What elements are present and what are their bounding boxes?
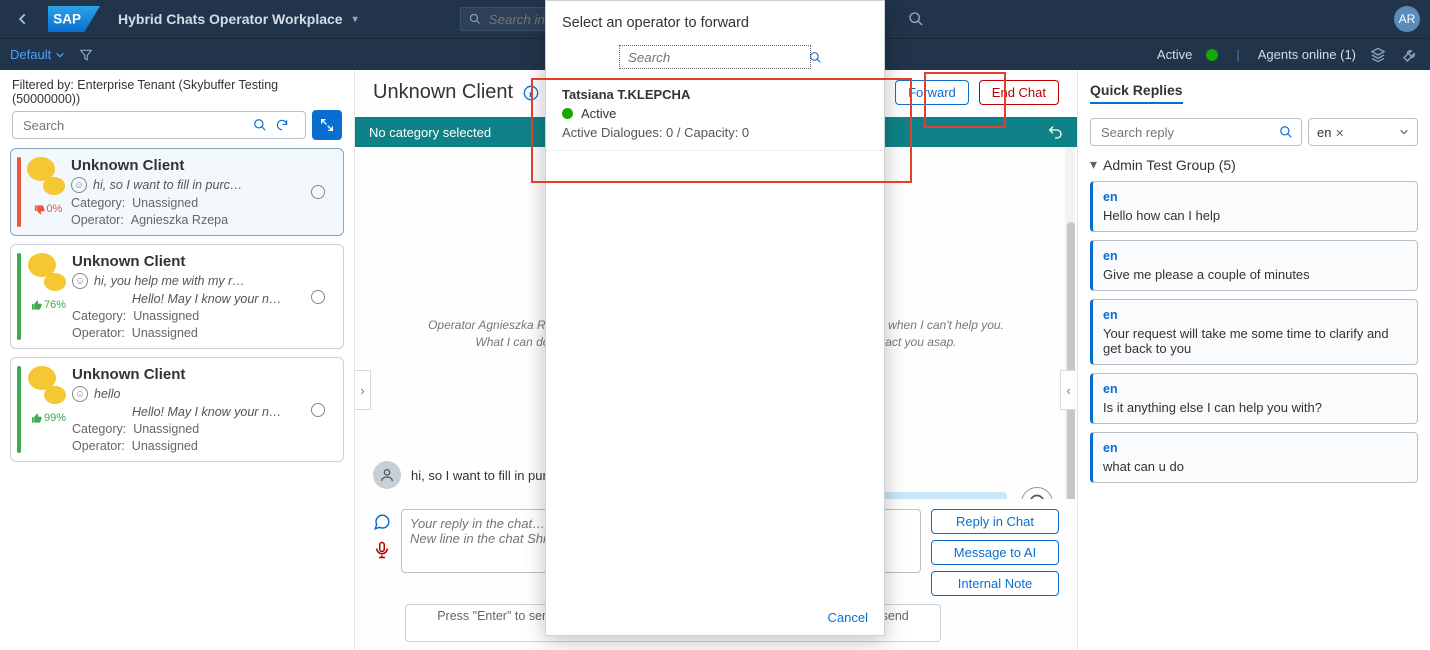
filter-icon[interactable] bbox=[79, 48, 93, 62]
person-icon: ☺ bbox=[72, 386, 88, 402]
quick-replies-panel: Quick Replies en ✕ Admin Test Group (5) … bbox=[1077, 70, 1430, 650]
chat-snippet: hi, you help me with my r… bbox=[94, 274, 245, 288]
operator-search[interactable] bbox=[619, 45, 811, 69]
language-select[interactable]: en ✕ bbox=[1308, 118, 1418, 146]
cancel-button[interactable]: Cancel bbox=[828, 610, 868, 625]
quick-reply-item[interactable]: enGive me please a couple of minutes bbox=[1090, 240, 1418, 291]
global-search-submit[interactable] bbox=[900, 7, 932, 31]
chat-list-panel: Filtered by: Enterprise Tenant (Skybuffe… bbox=[0, 70, 355, 650]
chat-search-input[interactable] bbox=[21, 117, 253, 134]
collapse-right-arrow-icon[interactable]: › bbox=[355, 370, 371, 410]
reply-in-chat-button[interactable]: Reply in Chat bbox=[931, 509, 1059, 534]
undo-icon[interactable] bbox=[1047, 124, 1063, 140]
fullscreen-button[interactable] bbox=[312, 110, 342, 140]
reply-group-header[interactable]: Admin Test Group (5) bbox=[1090, 156, 1418, 173]
user-avatar-icon bbox=[373, 461, 401, 489]
operator-capacity: Active Dialogues: 0 / Capacity: 0 bbox=[562, 125, 868, 140]
svg-text:SAP: SAP bbox=[53, 12, 81, 27]
search-icon[interactable] bbox=[1279, 125, 1293, 139]
chevron-down-icon bbox=[1399, 127, 1409, 137]
chat-snippet-2: Hello! May I know your n… bbox=[72, 405, 297, 419]
operator-status: Active bbox=[581, 106, 616, 121]
priority-stripe bbox=[17, 157, 21, 227]
quick-reply-item[interactable]: enYour request will take me some time to… bbox=[1090, 299, 1418, 365]
internal-note-button[interactable]: Internal Note bbox=[931, 571, 1059, 596]
search-icon bbox=[469, 13, 481, 25]
sap-logo: SAP bbox=[48, 6, 100, 32]
sentiment-score: 76% bbox=[27, 295, 66, 311]
chat-title: Unknown Client bbox=[72, 366, 297, 383]
end-chat-button[interactable]: End Chat bbox=[979, 80, 1059, 105]
variant-default[interactable]: Default bbox=[10, 47, 65, 62]
chat-snippet: hello bbox=[94, 387, 120, 401]
variant-label: Default bbox=[10, 47, 51, 62]
client-name: Unknown Client bbox=[373, 81, 513, 104]
reply-group-title: Admin Test Group (5) bbox=[1103, 157, 1236, 173]
chat-title: Unknown Client bbox=[72, 253, 297, 270]
quick-replies-title: Quick Replies bbox=[1090, 82, 1183, 104]
forward-operator-dialog: Select an operator to forward Tatsiana T… bbox=[545, 0, 885, 636]
clear-lang-icon[interactable]: ✕ bbox=[1335, 128, 1344, 140]
search-icon[interactable] bbox=[253, 118, 275, 132]
search-icon[interactable] bbox=[809, 51, 822, 64]
filter-summary: Filtered by: Enterprise Tenant (Skybuffe… bbox=[0, 70, 354, 110]
operator-list-item[interactable]: Tatsiana T.KLEPCHA Active Active Dialogu… bbox=[546, 77, 884, 151]
chat-search[interactable] bbox=[12, 111, 306, 139]
operator-name: Tatsiana T.KLEPCHA bbox=[562, 87, 868, 102]
priority-stripe bbox=[17, 366, 21, 453]
reply-search[interactable] bbox=[1090, 118, 1302, 146]
app-title[interactable]: Hybrid Chats Operator Workplace bbox=[112, 11, 358, 27]
chat-snippet-2: Hello! May I know your n… bbox=[72, 292, 297, 306]
operator-search-input[interactable] bbox=[626, 49, 809, 66]
sentiment-score: 99% bbox=[27, 408, 66, 424]
chat-avatar-icon bbox=[27, 157, 65, 195]
forward-button[interactable]: Forward bbox=[895, 80, 969, 105]
chevron-down-icon bbox=[1090, 156, 1097, 173]
agents-online-label[interactable]: Agents online (1) bbox=[1258, 47, 1356, 62]
reply-search-input[interactable] bbox=[1099, 124, 1279, 141]
chat-title: Unknown Client bbox=[71, 157, 297, 174]
chat-avatar-icon bbox=[28, 366, 66, 404]
quick-reply-item[interactable]: enwhat can u do bbox=[1090, 432, 1418, 483]
category-label: No category selected bbox=[369, 125, 491, 140]
chat-avatar-icon bbox=[28, 253, 66, 291]
chat-snippet: hi, so I want to fill in purc… bbox=[93, 178, 242, 192]
priority-stripe bbox=[17, 253, 21, 340]
quick-reply-item[interactable]: enIs it anything else I can help you wit… bbox=[1090, 373, 1418, 424]
refresh-icon[interactable] bbox=[275, 118, 297, 132]
chat-card[interactable]: 76% Unknown Client ☺ hi, you help me with… bbox=[10, 244, 344, 349]
layers-icon[interactable] bbox=[1370, 47, 1388, 63]
person-icon: ☺ bbox=[71, 177, 87, 193]
select-radio[interactable] bbox=[311, 290, 325, 304]
dialog-title: Select an operator to forward bbox=[546, 1, 884, 39]
select-radio[interactable] bbox=[311, 403, 325, 417]
quick-reply-item[interactable]: enHello how can I help bbox=[1090, 181, 1418, 232]
user-avatar[interactable]: AR bbox=[1394, 6, 1420, 32]
chat-card[interactable]: 99% Unknown Client ☺ hello Hello! May I k… bbox=[10, 357, 344, 462]
info-icon[interactable] bbox=[523, 85, 539, 101]
person-icon: ☺ bbox=[72, 273, 88, 289]
active-status-label: Active bbox=[1157, 47, 1192, 62]
settings-icon[interactable] bbox=[1402, 47, 1420, 63]
sentiment-score: 0% bbox=[30, 199, 63, 215]
message-to-ai-button[interactable]: Message to AI bbox=[931, 540, 1059, 565]
status-dot-icon bbox=[562, 108, 573, 119]
chat-bubble-icon[interactable] bbox=[373, 513, 391, 531]
select-radio[interactable] bbox=[311, 185, 325, 199]
collapse-left-arrow-icon[interactable]: ‹ bbox=[1060, 370, 1076, 410]
separator: | bbox=[1232, 47, 1243, 62]
status-indicator-icon bbox=[1206, 49, 1218, 61]
chat-card[interactable]: 0% Unknown Client ☺ hi, so I want to fill… bbox=[10, 148, 344, 236]
microphone-icon[interactable] bbox=[373, 541, 391, 559]
back-icon[interactable] bbox=[10, 12, 36, 26]
